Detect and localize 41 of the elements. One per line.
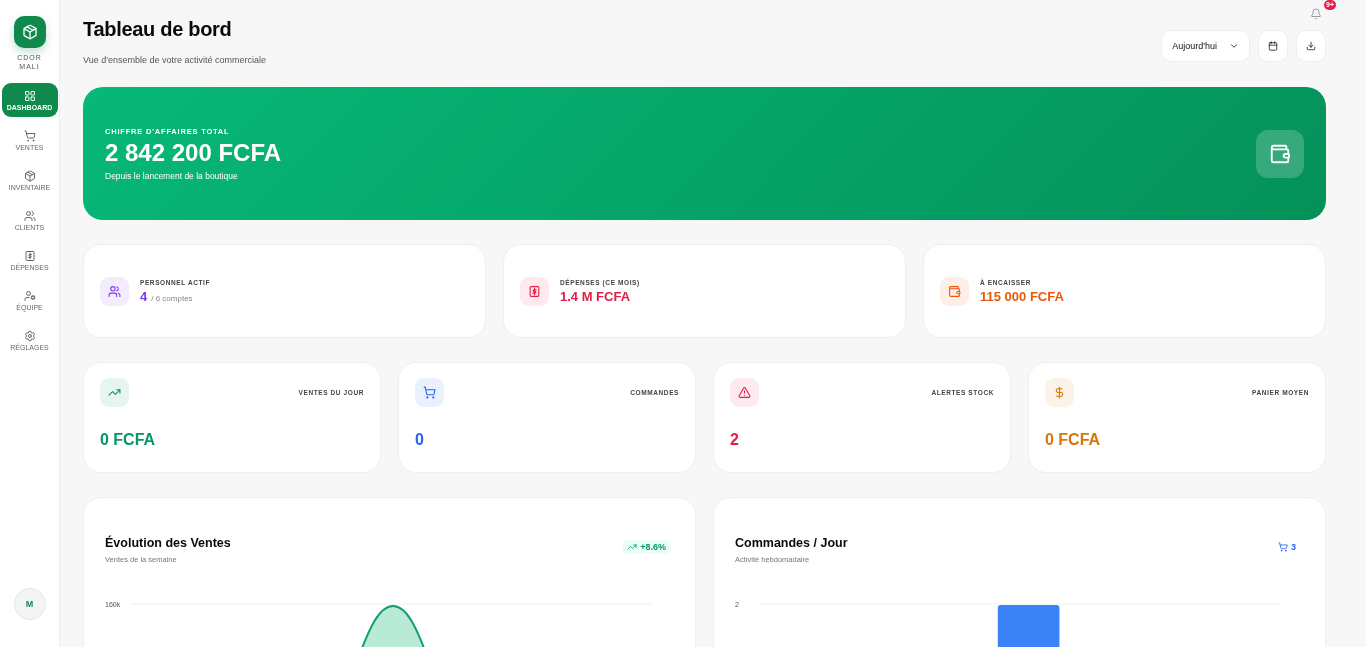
chart-title: Évolution des Ventes (105, 536, 231, 550)
trend-up-icon (100, 378, 129, 407)
kpi-value: 0 FCFA (1045, 431, 1102, 449)
user-cog-icon (23, 289, 36, 302)
growth-badge: +8.6% (622, 540, 671, 554)
stat-suffix: / 6 comptes (151, 293, 193, 303)
notification-button[interactable] (1308, 6, 1324, 22)
download-icon (1306, 41, 1316, 51)
cart-icon (23, 129, 36, 142)
revenue-caption: Depuis le lancement de la boutique (105, 170, 239, 181)
grid-icon (23, 89, 36, 102)
page-title: Tableau de bord (83, 18, 233, 41)
stat-value: 4 (140, 288, 148, 304)
users-icon (100, 276, 129, 306)
kpi-value: 0 (415, 431, 425, 449)
user-avatar[interactable]: M (13, 588, 46, 620)
orders-count: 3 (1273, 540, 1301, 554)
wallet-icon (1256, 129, 1304, 178)
box-icon (23, 169, 36, 182)
chevron-down-icon (1229, 41, 1239, 51)
logo-icon (13, 16, 46, 48)
stat-value: 115 000 FCFA (980, 288, 1064, 304)
dollar-receipt-icon (520, 276, 549, 306)
page-subtitle: Vue d'ensemble de votre activité commerciale (83, 55, 266, 65)
calendar-button[interactable] (1258, 30, 1288, 62)
wallet-icon (940, 276, 969, 306)
period-select[interactable]: Aujourd'hui (1161, 30, 1250, 62)
users-icon (23, 209, 36, 222)
revenue-value: 2 842 200 FCFA (105, 138, 282, 167)
kpi-value: 2 (730, 431, 740, 449)
chart-bar (997, 605, 1060, 647)
chart-title: Commandes / Jour (735, 536, 848, 550)
dollar-receipt-icon (23, 249, 36, 262)
settings-icon (23, 329, 36, 342)
warning-icon (730, 378, 759, 407)
cart-icon (415, 378, 444, 407)
dollar-icon (1045, 378, 1074, 407)
stat-value: 1.4 M FCFA (560, 288, 631, 304)
download-button[interactable] (1296, 30, 1326, 62)
calendar-icon (1268, 41, 1278, 51)
kpi-value: 0 FCFA (100, 431, 157, 449)
